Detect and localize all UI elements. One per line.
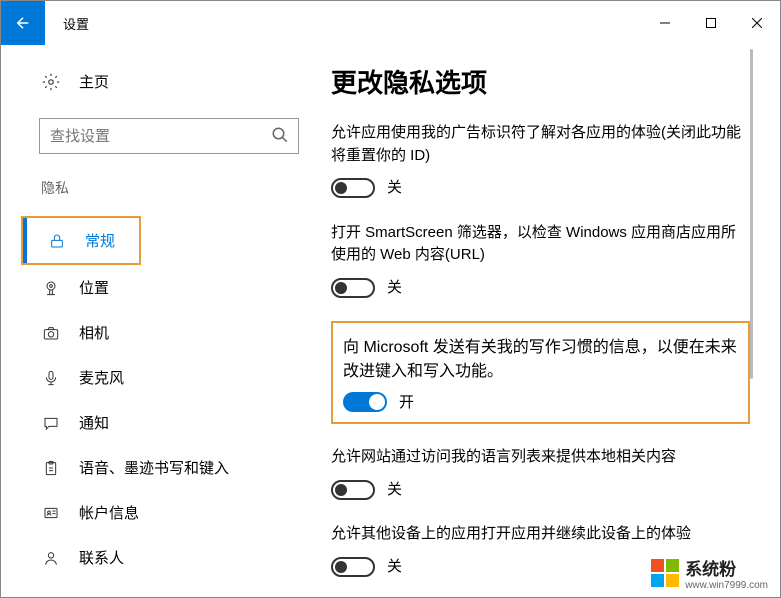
sidebar-item-account[interactable]: 帐户信息 [17,490,321,535]
close-button[interactable] [734,7,780,39]
sidebar-item-contacts[interactable]: 联系人 [17,535,321,580]
sidebar-item-speech[interactable]: 语音、墨迹书写和键入 [17,445,321,490]
sidebar-item-microphone[interactable]: 麦克风 [17,355,321,400]
setting-smartscreen: 打开 SmartScreen 筛选器，以检查 Windows 应用商店应用所使用… [331,222,750,300]
setting-text: 允许网站通过访问我的语言列表来提供本地相关内容 [331,446,750,469]
search-icon [271,126,289,144]
watermark-url: www.win7999.com [685,580,768,591]
camera-icon [41,325,61,341]
message-icon [41,415,61,431]
title-bar: 设置 [1,1,780,45]
watermark: 系统粉 www.win7999.com [647,551,772,595]
search-wrap [39,118,299,154]
id-card-icon [41,505,61,521]
home-label: 主页 [79,71,109,92]
setting-text: 向 Microsoft 发送有关我的写作习惯的信息，以便在未来改进键入和写入功能… [343,333,738,381]
arrow-left-icon [14,14,32,32]
page-heading: 更改隐私选项 [331,63,750,100]
section-label: 隐私 [41,178,321,198]
setting-text: 允许应用使用我的广告标识符了解对各应用的体验(关闭此功能将重置你的 ID) [331,122,750,167]
sidebar-item-label: 位置 [79,277,109,298]
toggle-label: 关 [387,277,402,300]
sidebar-item-label: 相机 [79,322,109,343]
sidebar-item-label: 麦克风 [79,367,124,388]
search-input[interactable] [39,118,299,154]
setting-language-list: 允许网站通过访问我的语言列表来提供本地相关内容 关 [331,446,750,501]
sidebar-item-label: 常规 [85,230,115,251]
sidebar-item-label: 语音、墨迹书写和键入 [79,457,229,478]
window-title: 设置 [63,14,89,33]
sidebar-item-label: 通知 [79,412,109,433]
toggle-label: 关 [387,177,402,200]
toggle-switch[interactable] [331,178,375,198]
toggle-switch[interactable] [343,392,387,412]
close-icon [752,18,762,28]
window-controls [642,7,780,39]
toggle-label: 开 [399,391,414,412]
watermark-brand: 系统粉 [685,555,768,580]
sidebar-item-camera[interactable]: 相机 [17,310,321,355]
lock-icon [47,233,67,249]
toggle-row: 关 [331,479,750,502]
gear-icon [41,73,61,91]
person-icon [41,550,61,566]
sidebar-item-label: 帐户信息 [79,502,139,523]
setting-text: 允许其他设备上的应用打开应用并继续此设备上的体验 [331,523,750,546]
maximize-button[interactable] [688,7,734,39]
home-link[interactable]: 主页 [41,65,321,98]
back-button[interactable] [1,1,45,45]
highlight-box-sidebar: 常规 [21,216,141,265]
scrollbar-thumb[interactable] [750,49,753,379]
toggle-label: 关 [387,556,402,579]
sidebar: 主页 隐私 常规 位置 [1,45,321,597]
sidebar-item-location[interactable]: 位置 [17,265,321,310]
toggle-switch[interactable] [331,557,375,577]
microsoft-logo-icon [651,559,679,587]
minimize-button[interactable] [642,7,688,39]
sidebar-item-general[interactable]: 常规 [23,218,139,263]
toggle-switch[interactable] [331,480,375,500]
highlight-box-main: 向 Microsoft 发送有关我的写作习惯的信息，以便在未来改进键入和写入功能… [331,321,750,424]
clipboard-icon [41,460,61,476]
sidebar-item-label: 联系人 [79,547,124,568]
toggle-switch[interactable] [331,278,375,298]
toggle-row: 关 [331,177,750,200]
maximize-icon [706,18,716,28]
content-area: 主页 隐私 常规 位置 [1,45,780,597]
setting-text: 打开 SmartScreen 筛选器，以检查 Windows 应用商店应用所使用… [331,222,750,267]
toggle-row: 开 [343,391,738,412]
toggle-label: 关 [387,479,402,502]
location-icon [41,280,61,296]
minimize-icon [660,18,670,28]
toggle-row: 关 [331,277,750,300]
setting-ad-id: 允许应用使用我的广告标识符了解对各应用的体验(关闭此功能将重置你的 ID) 关 [331,122,750,200]
microphone-icon [41,370,61,386]
sidebar-item-notifications[interactable]: 通知 [17,400,321,445]
main-panel: 更改隐私选项 允许应用使用我的广告标识符了解对各应用的体验(关闭此功能将重置你的… [321,45,780,597]
